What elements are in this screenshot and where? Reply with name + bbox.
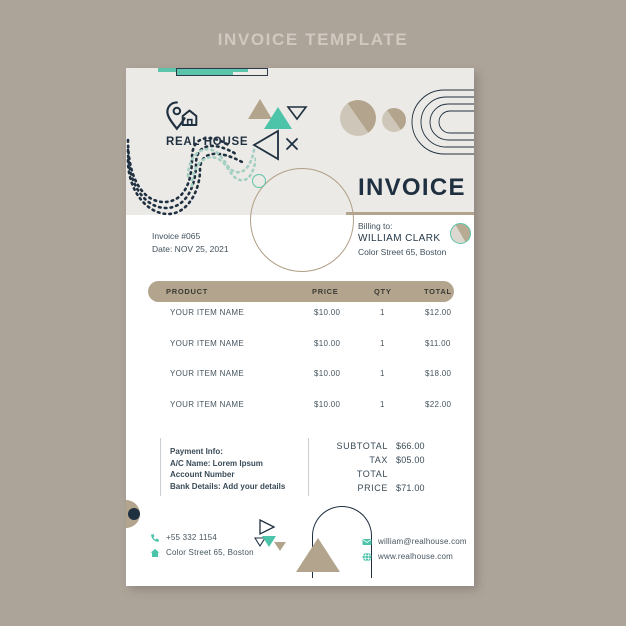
- payment-info: Payment Info: A/C Name: Lorem Ipsum Acco…: [170, 446, 285, 492]
- location-pin-house-icon: [166, 101, 198, 131]
- totals-row-total: TOTAL: [320, 469, 454, 483]
- cell-product: YOUR ITEM NAME: [170, 338, 244, 348]
- teal-split-circle-decoration: [450, 223, 471, 244]
- payment-info-label: Payment Info:: [170, 447, 223, 456]
- column-header-total: TOTAL: [424, 287, 452, 296]
- large-circle-outline: [250, 168, 354, 272]
- cell-product: YOUR ITEM NAME: [170, 369, 244, 378]
- teal-accent-outline-bar: [176, 68, 268, 76]
- globe-icon: [362, 551, 378, 562]
- navy-outline-triangle-left-icon: [252, 129, 279, 161]
- tan-triangle-footer-icon: [296, 538, 340, 572]
- payment-bank-details: Bank Details: Add your details: [170, 481, 286, 491]
- table-row: YOUR ITEM NAME $10.00 1 $18.00: [148, 369, 454, 400]
- invoice-date: Date: NOV 25, 2021: [152, 243, 229, 254]
- navy-outline-triangle-down-icon: [286, 106, 308, 121]
- cell-price: $10.00: [314, 308, 341, 317]
- invoice-number: Invoice #065: [152, 231, 201, 241]
- cell-total: $18.00: [425, 369, 452, 378]
- split-circle-large: [340, 100, 376, 136]
- tan-small-triangle-icon: [274, 542, 286, 551]
- cell-product: YOUR ITEM NAME: [170, 308, 244, 317]
- billing-label: Billing to:: [358, 221, 393, 231]
- table-header: PRODUCT PRICE QTY TOTAL: [148, 281, 454, 302]
- summary-divider-right: [308, 438, 309, 496]
- page-title: INVOICE TEMPLATE: [217, 30, 409, 49]
- total-label: TOTAL: [356, 469, 388, 479]
- table-row: YOUR ITEM NAME $10.00 1 $11.00: [148, 339, 454, 370]
- footer-website-text: www.realhouse.com: [378, 552, 453, 561]
- cell-qty: 1: [380, 338, 385, 348]
- billing-address: Color Street 65, Boston: [358, 247, 447, 257]
- home-icon: [150, 548, 166, 558]
- cell-qty: 1: [380, 369, 385, 378]
- table-row: YOUR ITEM NAME $10.00 1 $22.00: [148, 400, 454, 431]
- cell-product: YOUR ITEM NAME: [170, 399, 244, 409]
- table-body: YOUR ITEM NAME $10.00 1 $12.00 YOUR ITEM…: [148, 308, 454, 430]
- column-header-qty: QTY: [374, 287, 392, 296]
- cell-price: $10.00: [314, 369, 341, 378]
- payment-account-number: Account Number: [170, 470, 235, 479]
- cell-qty: 1: [380, 308, 385, 317]
- envelope-icon: [362, 537, 378, 547]
- billing-block: Billing to: WILLIAM CLARK Color Street 6…: [358, 220, 446, 258]
- tax-label: TAX: [369, 455, 388, 465]
- footer-contacts-right: william@realhouse.com www.realhouse.com: [362, 534, 467, 564]
- small-outline-triangle-icon: [254, 537, 266, 548]
- cell-total: $22.00: [425, 399, 452, 409]
- footer-email-text: william@realhouse.com: [378, 537, 467, 546]
- concentric-arcs-decoration: [411, 89, 474, 155]
- invoice-heading-rule: [346, 212, 474, 215]
- totals-row-subtotal: SUBTOTAL $66.00: [320, 441, 454, 455]
- billing-name: WILLIAM CLARK: [358, 233, 441, 244]
- subtotal-value: $66.00: [396, 441, 425, 451]
- cell-total: $12.00: [425, 308, 452, 317]
- triangle-decoration-group: [248, 99, 308, 161]
- phone-icon: [150, 533, 166, 543]
- split-circle-small: [382, 108, 406, 132]
- column-header-price: PRICE: [312, 287, 339, 296]
- totals-row-tax: TAX $05.00: [320, 455, 454, 469]
- footer-email-row[interactable]: william@realhouse.com: [362, 534, 467, 549]
- footer-address-row[interactable]: Color Street 65, Boston: [150, 545, 254, 560]
- footer-triangle-cluster: [254, 518, 286, 551]
- summary-divider-left: [160, 438, 161, 496]
- tax-value: $05.00: [396, 455, 425, 465]
- cell-qty: 1: [380, 399, 385, 409]
- invoice-sheet: REAL HOUSE INVOICE Invoice #065 Date: NO…: [126, 68, 474, 586]
- cell-price: $10.00: [314, 338, 341, 348]
- navy-outline-triangle-right-icon: [259, 518, 276, 536]
- totals-block: SUBTOTAL $66.00 TAX $05.00 TOTAL PRICE $…: [320, 441, 454, 497]
- price-value: $71.00: [396, 483, 425, 493]
- footer-contacts-left: +55 332 1154 Color Street 65, Boston: [150, 530, 254, 560]
- tan-triangle-icon: [248, 99, 272, 119]
- payment-ac-name: A/C Name: Lorem Ipsum: [170, 458, 263, 468]
- footer-phone-text: +55 332 1154: [166, 533, 217, 542]
- navy-dot-decoration: [128, 508, 140, 520]
- cell-price: $10.00: [314, 399, 341, 409]
- subtotal-label: SUBTOTAL: [336, 441, 388, 451]
- totals-row-price: PRICE $71.00: [320, 483, 454, 497]
- footer-website-row[interactable]: www.realhouse.com: [362, 549, 467, 564]
- x-mark-icon: [286, 138, 298, 150]
- column-header-product: PRODUCT: [166, 287, 208, 296]
- cell-total: $11.00: [425, 338, 451, 348]
- teal-triangle-footer-icon: [262, 536, 276, 547]
- invoice-heading: INVOICE: [358, 174, 466, 201]
- price-label: PRICE: [357, 483, 388, 493]
- footer-address-text: Color Street 65, Boston: [166, 548, 254, 557]
- footer-phone-row[interactable]: +55 332 1154: [150, 530, 254, 545]
- small-teal-circle-outline: [252, 174, 266, 188]
- table-row: YOUR ITEM NAME $10.00 1 $12.00: [148, 308, 454, 339]
- summary-section: Payment Info: A/C Name: Lorem Ipsum Acco…: [148, 438, 454, 498]
- invoice-meta: Invoice #065 Date: NOV 25, 2021: [152, 230, 229, 255]
